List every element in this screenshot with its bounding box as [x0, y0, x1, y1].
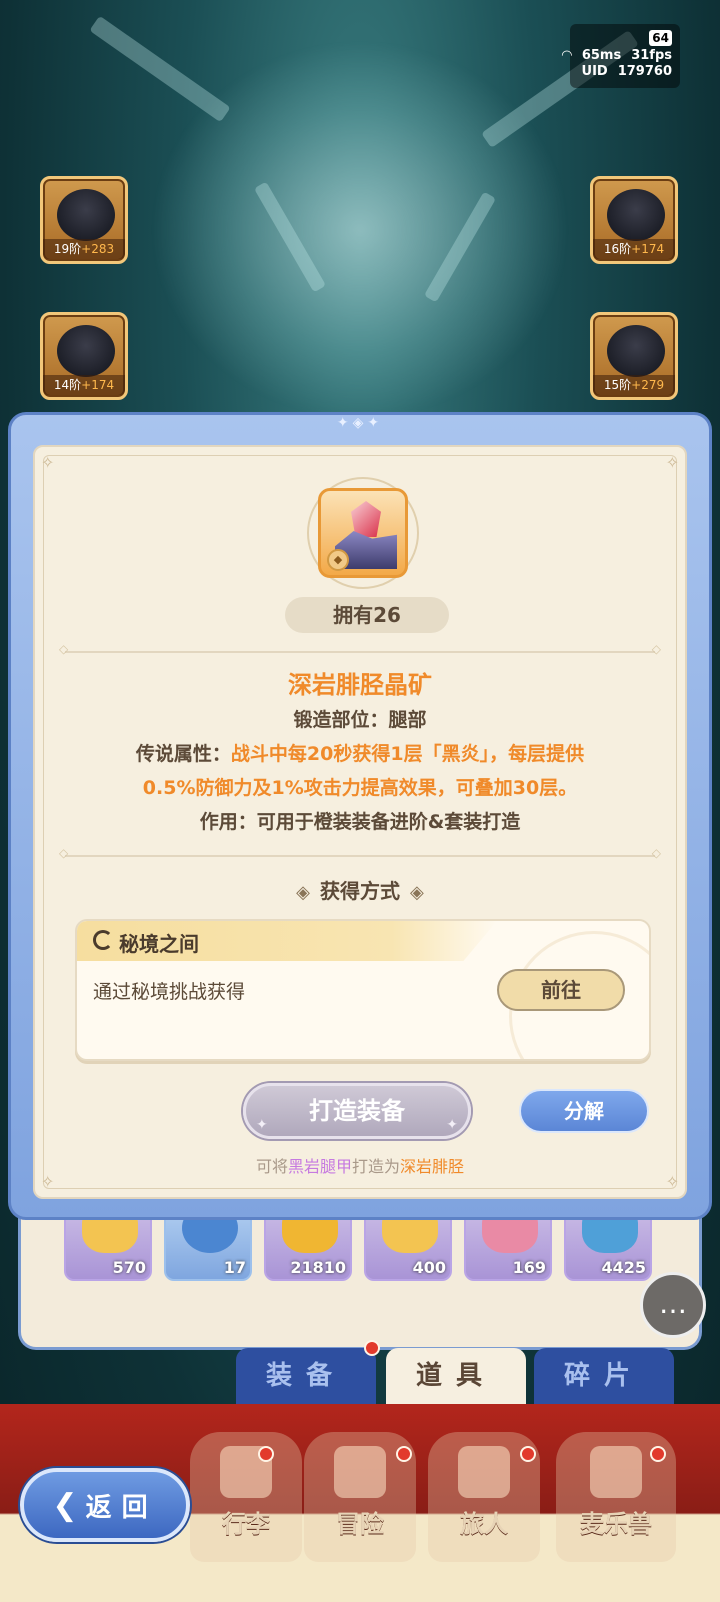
chat-icon: … — [659, 1287, 687, 1320]
decompose-button[interactable]: 分解 — [519, 1089, 649, 1133]
weapon-icon — [57, 189, 115, 241]
equip-slot-helmet[interactable]: 16阶+174 — [590, 176, 678, 264]
owned-count: 拥有26 — [285, 597, 449, 633]
nav-bag[interactable]: 行李 — [190, 1432, 302, 1562]
dialog-body: ✧ ✧ ✧ ✧ ◆ 拥有26 深岩腓胫晶矿 锻造部位：腿部 传说属性：战斗中每2… — [33, 445, 687, 1199]
equip-slot-weapon[interactable]: 19阶+283 — [40, 176, 128, 264]
status-hud: 64 ◠ 65ms 31fps UID 179760 — [562, 24, 680, 88]
source-card: 秘境之间 通过秘境挑战获得 前往 — [75, 919, 651, 1061]
equip-bonus: +174 — [631, 242, 665, 256]
diamond-ornament-icon: ◈ — [410, 882, 424, 903]
legend-attribute-line: 传说属性：战斗中每20秒获得1层「黑炎」，每层提供 — [135, 743, 585, 765]
notification-dot — [258, 1446, 274, 1462]
item-count: 169 — [512, 1258, 546, 1277]
equip-slot-armor[interactable]: 14阶+174 — [40, 312, 128, 400]
divider — [59, 642, 661, 656]
equip-level: 16阶 — [603, 242, 632, 256]
ping-value: 65ms — [581, 48, 622, 63]
equip-bonus: +283 — [81, 242, 115, 256]
uid-label: UID — [581, 64, 608, 79]
item-count: 4425 — [601, 1258, 646, 1277]
forge-slot-line: 锻造部位：腿部 — [293, 709, 427, 731]
item-name: 深岩腓胫晶矿 — [288, 671, 432, 699]
tab-fragments[interactable]: 碎片 — [534, 1348, 674, 1404]
sparkle-icon: ✦ — [256, 1117, 268, 1133]
fox-icon — [590, 1446, 642, 1498]
item-count: 21810 — [290, 1258, 346, 1277]
acquire-section-title: ◈ 获得方式 ◈ — [296, 879, 424, 903]
source-name: 秘境之间 — [119, 932, 199, 956]
corner-ornament: ✧ — [665, 453, 679, 472]
tab-equipment[interactable]: 装备 — [236, 1348, 376, 1404]
source-description: 通过秘境挑战获得 — [93, 981, 246, 1003]
gloves-icon — [607, 325, 665, 377]
goto-button[interactable]: 前往 — [497, 969, 625, 1011]
notification-dot — [650, 1446, 666, 1462]
equip-bonus: +174 — [81, 378, 115, 392]
back-button[interactable]: ❮ 返回 — [20, 1468, 190, 1542]
chat-button[interactable]: … — [640, 1272, 706, 1338]
item-count: 570 — [112, 1258, 146, 1277]
moon-icon — [93, 930, 113, 950]
crystal-ore-icon: ◆ — [318, 488, 408, 578]
equip-level: 14阶 — [53, 378, 82, 392]
fps-value: 31fps — [631, 48, 672, 63]
notification-dot — [520, 1446, 536, 1462]
equip-slot-gloves[interactable]: 15阶+279 — [590, 312, 678, 400]
crossed-swords-icon — [334, 1446, 386, 1498]
usage-line: 作用：可用于橙装装备进阶&套装打造 — [199, 811, 521, 833]
uid-value: 179760 — [617, 64, 672, 79]
corner-ornament: ✧ — [41, 453, 55, 472]
diamond-ornament-icon: ◈ — [296, 882, 310, 903]
equip-level: 19阶 — [53, 242, 82, 256]
item-detail-dialog: ✦◈✦ ✧ ✧ ✧ ✧ ◆ 拥有26 深岩腓胫晶矿 锻造部位：腿部 传说属性：战… — [8, 412, 712, 1220]
wifi-icon: ◠ — [561, 48, 572, 63]
divider — [59, 846, 661, 860]
forge-equipment-button[interactable]: ✦ 打造装备 ✦ — [243, 1083, 471, 1139]
traveler-portrait-icon — [458, 1446, 510, 1498]
armor-icon — [57, 325, 115, 377]
item-count: 400 — [412, 1258, 446, 1277]
sparkle-icon: ✦ — [446, 1117, 458, 1133]
tab-items[interactable]: 道具 — [386, 1348, 526, 1404]
notification-dot — [364, 1340, 380, 1356]
legend-attribute-line-2: 0.5%防御力及1%攻击力提高效果，可叠加30层。 — [142, 777, 578, 799]
equip-bonus: +279 — [631, 378, 665, 392]
frame-gem-ornament: ✦◈✦ — [336, 415, 384, 431]
battery-indicator: 64 — [649, 30, 672, 46]
chevron-left-icon: ❮ — [52, 1487, 78, 1523]
equip-level: 15阶 — [603, 378, 632, 392]
forge-hint: 可将黑岩腿甲打造为深岩腓胫 — [255, 1157, 465, 1176]
helmet-icon — [607, 189, 665, 241]
rarity-badge-icon: ◆ — [327, 549, 349, 571]
item-count: 17 — [223, 1258, 246, 1277]
item-icon-frame: ◆ — [307, 477, 419, 589]
notification-dot — [396, 1446, 412, 1462]
